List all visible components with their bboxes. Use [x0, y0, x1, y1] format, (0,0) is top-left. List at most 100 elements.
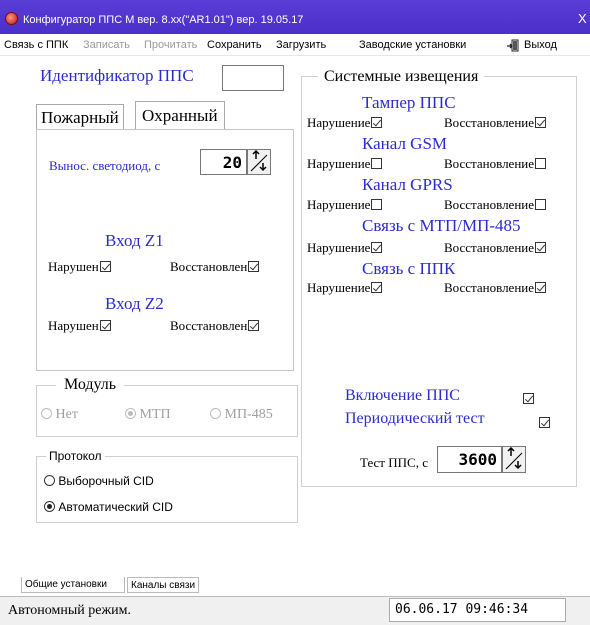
input-z1-restored-checkbox[interactable]	[248, 261, 260, 272]
violation-label: Нарушение	[307, 197, 371, 212]
input-z2-violated-checkbox[interactable]	[99, 320, 111, 331]
close-button[interactable]: X	[578, 11, 587, 26]
violation-label: Нарушение	[307, 156, 371, 171]
checkbox[interactable]	[371, 199, 383, 210]
menu-write[interactable]: Записать	[83, 39, 130, 51]
module-label: Модуль	[56, 376, 125, 394]
group-tamper-title: Тампер ППС	[362, 93, 456, 112]
spin-arrows-icon	[505, 446, 523, 470]
input-z2-restored[interactable]: Восстановлен	[170, 318, 260, 334]
group-gsm-title: Канал GSM	[362, 134, 448, 153]
input-z1-title: Вход Z1	[105, 231, 164, 250]
tab-fire[interactable]: Пожарный	[36, 104, 124, 130]
test-period-field[interactable]: 3600	[437, 446, 502, 473]
violation-label: Нарушение	[307, 280, 371, 295]
exit-door-icon[interactable]	[507, 39, 520, 52]
radio-icon	[41, 408, 52, 419]
status-datetime: 06.06.17 09:46:34	[389, 598, 566, 622]
group-tamper-violation[interactable]: Нарушение	[307, 115, 383, 131]
checkbox[interactable]	[535, 117, 547, 128]
system-notifications-label: Системные извещения	[318, 68, 485, 86]
checkbox[interactable]	[371, 158, 383, 169]
option-label: Автоматический CID	[58, 500, 173, 514]
group-gsm-restore[interactable]: Восстановление	[444, 156, 547, 172]
identifier-label: Идентификатор ППС	[40, 66, 194, 85]
input-z2-violated[interactable]: Нарушен	[48, 318, 111, 334]
bottom-tabs: Общие установки Каналы связи	[21, 577, 321, 595]
input-z2-restored-checkbox[interactable]	[248, 320, 260, 331]
input-z1-violated[interactable]: Нарушен	[48, 259, 111, 275]
restore-label: Восстановление	[444, 197, 535, 212]
violation-label: Нарушение	[307, 240, 371, 255]
tab-security[interactable]: Охранный	[135, 101, 225, 130]
group-mtp-title: Связь с МТП/МП-485	[362, 216, 521, 235]
checkbox[interactable]	[535, 242, 547, 253]
restore-label: Восстановление	[444, 115, 535, 130]
group-gsm-violation[interactable]: Нарушение	[307, 156, 383, 172]
input-z1-violated-checkbox[interactable]	[99, 261, 111, 272]
menu-read[interactable]: Прочитать	[144, 39, 197, 51]
periodic-test-label: Периодический тест	[345, 410, 485, 427]
test-period-spinner-arrows[interactable]	[502, 446, 526, 473]
tab-general-settings[interactable]: Общие установки	[21, 577, 125, 593]
led-spinner-arrows[interactable]	[247, 149, 271, 175]
periodic-test-checkbox[interactable]	[539, 417, 550, 428]
group-mtp-violation[interactable]: Нарушение	[307, 240, 383, 256]
tab-communication-channels[interactable]: Каналы связи	[127, 577, 200, 593]
restore-label: Восстановление	[444, 280, 535, 295]
protocol-option-selective[interactable]: Выборочный CID	[44, 474, 154, 488]
app-icon	[5, 12, 18, 25]
test-period-value: 3600	[458, 450, 497, 469]
spin-arrows-icon	[250, 149, 268, 172]
menu-bar: Связь с ППК Записать Прочитать Сохранить…	[0, 34, 590, 56]
group-gprs-title: Канал GPRS	[362, 175, 453, 194]
checkbox[interactable]	[371, 282, 383, 293]
led-spinner-field[interactable]: 20	[200, 149, 247, 175]
group-mtp-restore[interactable]: Восстановление	[444, 240, 547, 256]
restored-label: Восстановлен	[170, 259, 248, 274]
input-z2-title: Вход Z2	[105, 294, 164, 313]
menu-exit[interactable]: Выход	[524, 39, 557, 51]
menu-save[interactable]: Сохранить	[207, 39, 262, 51]
violated-label: Нарушен	[48, 318, 99, 333]
checkbox[interactable]	[371, 117, 383, 128]
checkbox[interactable]	[535, 199, 547, 210]
option-label: МТП	[139, 407, 171, 422]
option-label: Выборочный CID	[58, 474, 154, 488]
input-z1-restored[interactable]: Восстановлен	[170, 259, 260, 275]
radio-icon	[44, 501, 55, 512]
protocol-label: Протокол	[46, 449, 105, 463]
window-title: Конфигуратор ППС М вер. 8.xx("AR1.01") в…	[23, 14, 304, 26]
identifier-input[interactable]	[222, 65, 284, 91]
group-ppk-violation[interactable]: Нарушение	[307, 280, 383, 296]
module-option-mp485[interactable]: МП-485	[210, 407, 273, 423]
group-ppk-restore[interactable]: Восстановление	[444, 280, 547, 296]
checkbox[interactable]	[535, 158, 547, 169]
led-label: Вынос. светодиод, с	[49, 158, 161, 173]
power-on-checkbox[interactable]	[523, 393, 534, 404]
power-on-label: Включение ППС	[345, 387, 460, 404]
radio-icon	[125, 408, 136, 419]
violation-label: Нарушение	[307, 115, 371, 130]
menu-load[interactable]: Загрузить	[276, 39, 326, 51]
menu-factory-settings[interactable]: Заводские установки	[359, 39, 466, 51]
option-label: МП-485	[224, 407, 273, 422]
module-option-mtp[interactable]: МТП	[125, 407, 171, 423]
group-gprs-restore[interactable]: Восстановление	[444, 197, 547, 213]
checkbox[interactable]	[371, 242, 383, 253]
radio-icon	[44, 475, 55, 486]
group-tamper-restore[interactable]: Восстановление	[444, 115, 547, 131]
group-ppk-title: Связь с ППК	[362, 259, 456, 278]
status-mode: Автономный режим.	[8, 603, 132, 618]
title-bar: Конфигуратор ППС М вер. 8.xx("AR1.01") в…	[0, 0, 590, 34]
option-label: Нет	[55, 407, 78, 422]
checkbox[interactable]	[535, 282, 547, 293]
radio-icon	[210, 408, 221, 419]
group-gprs-violation[interactable]: Нарушение	[307, 197, 383, 213]
module-option-none[interactable]: Нет	[41, 407, 78, 423]
test-period-label: Тест ППС, с	[360, 455, 428, 470]
menu-connect[interactable]: Связь с ППК	[4, 39, 68, 51]
violated-label: Нарушен	[48, 259, 99, 274]
restore-label: Восстановление	[444, 240, 535, 255]
protocol-option-automatic[interactable]: Автоматический CID	[44, 500, 173, 514]
